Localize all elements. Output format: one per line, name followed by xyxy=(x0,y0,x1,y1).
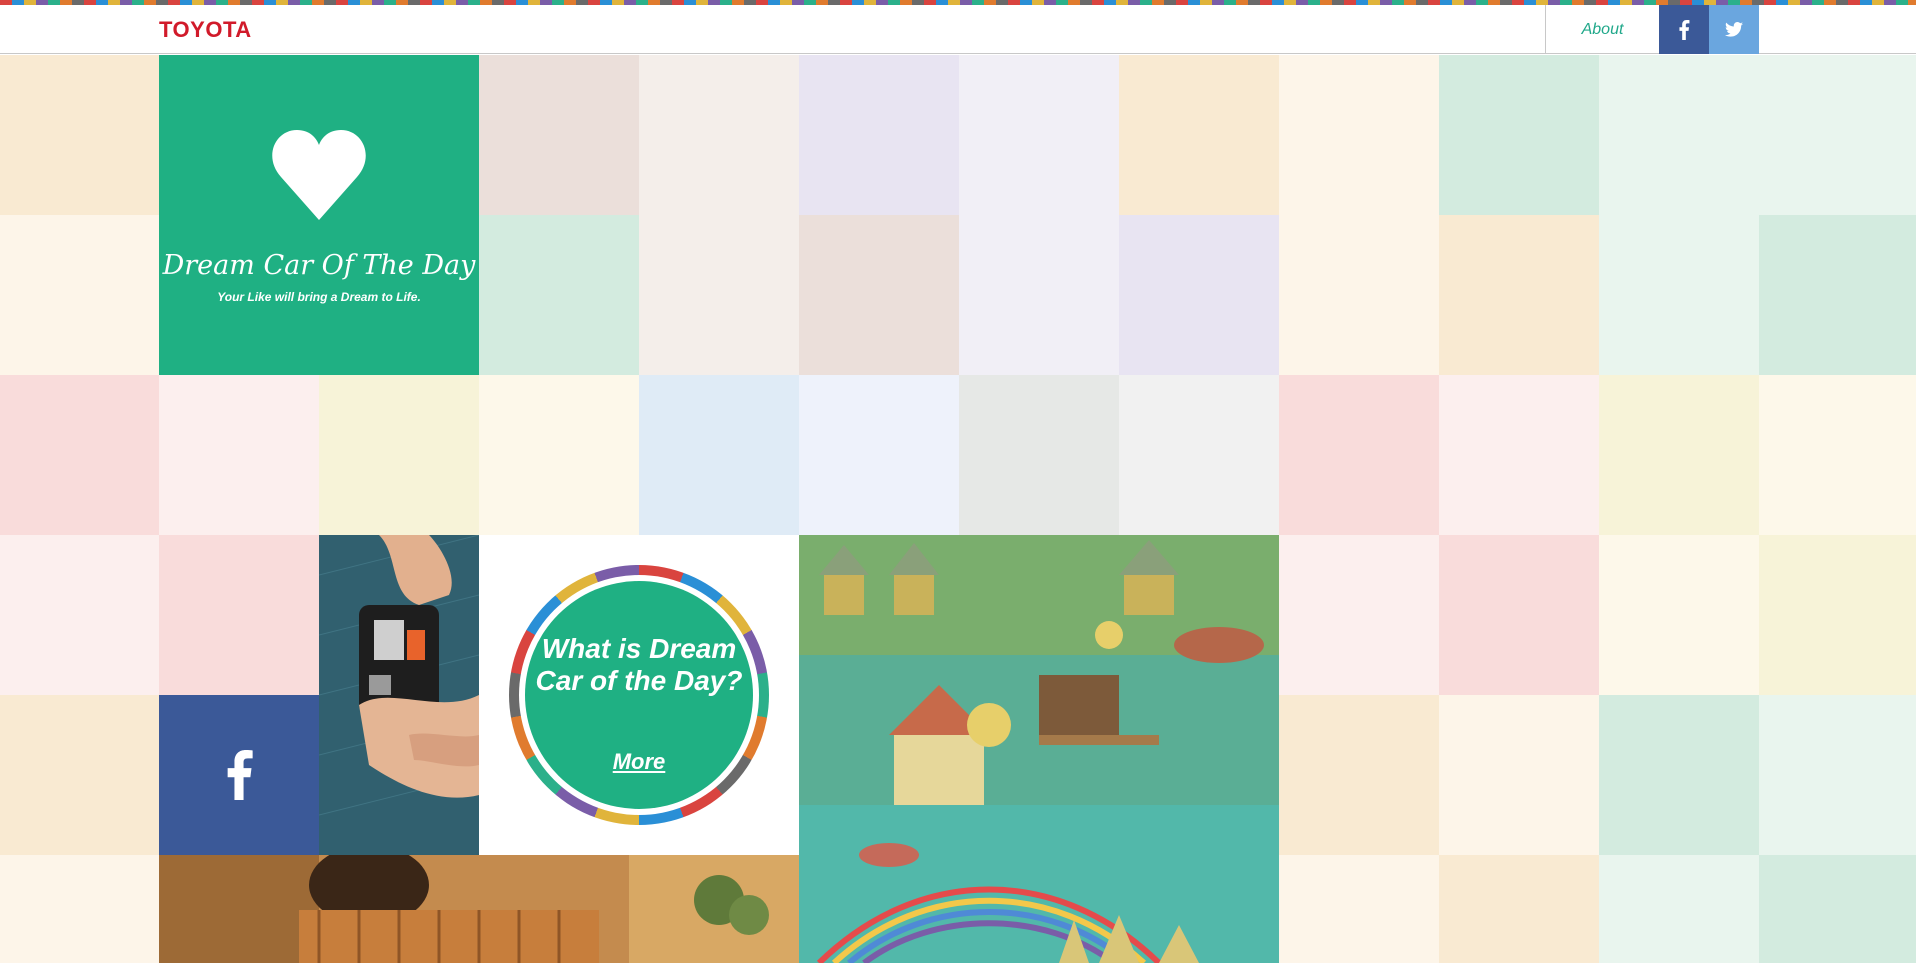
background-tile xyxy=(1759,215,1916,375)
drawing-illustration xyxy=(799,535,1279,963)
background-tile xyxy=(1599,55,1759,215)
what-is-question: What is Dream Car of the Day? xyxy=(535,633,743,696)
background-tile xyxy=(1759,695,1916,855)
background-tile xyxy=(1599,855,1759,963)
background-tile xyxy=(1759,855,1916,963)
about-link[interactable]: About xyxy=(1545,5,1659,54)
facebook-share-button[interactable] xyxy=(1659,5,1709,54)
photo-hands-assembling-toy-car[interactable] xyxy=(319,535,479,855)
what-is-dream-car-tile: What is Dream Car of the Day? More xyxy=(479,535,799,855)
background-tile xyxy=(1759,535,1916,695)
heart-icon xyxy=(272,130,366,220)
background-tile xyxy=(0,55,159,215)
hands-illustration xyxy=(319,535,479,855)
background-tile xyxy=(479,55,639,215)
background-tile xyxy=(1439,695,1599,855)
background-tile xyxy=(1279,855,1439,963)
background-tile xyxy=(0,855,159,963)
background-tile xyxy=(799,55,959,215)
background-tile xyxy=(959,55,1119,215)
background-tile xyxy=(1599,375,1759,535)
background-tile xyxy=(1439,55,1599,215)
background-tile xyxy=(1599,695,1759,855)
background-tile xyxy=(159,375,319,535)
hero-title: Dream Car Of The Day xyxy=(162,250,476,281)
background-tile xyxy=(319,375,479,535)
background-tile xyxy=(1279,215,1439,375)
background-tile xyxy=(1279,375,1439,535)
photo-child-drawing[interactable] xyxy=(159,855,799,963)
background-tile xyxy=(1759,55,1916,215)
background-tile xyxy=(1439,535,1599,695)
hero-subtitle: Your Like will bring a Dream to Life. xyxy=(217,290,421,304)
background-tile xyxy=(1759,375,1916,535)
background-tile xyxy=(1279,695,1439,855)
background-tile xyxy=(1279,55,1439,215)
background-tile xyxy=(0,695,159,855)
background-tile xyxy=(1119,55,1279,215)
site-header: TOYOTA About xyxy=(0,5,1916,54)
dream-car-hero-tile[interactable]: Dream Car Of The Day Your Like will brin… xyxy=(159,55,479,375)
background-tile xyxy=(0,375,159,535)
background-tile xyxy=(639,55,799,215)
background-tile xyxy=(0,215,159,375)
facebook-icon xyxy=(227,750,253,800)
background-tile xyxy=(479,375,639,535)
background-tile xyxy=(799,215,959,375)
background-tile xyxy=(1439,215,1599,375)
background-tile xyxy=(799,375,959,535)
background-tile xyxy=(1279,535,1439,695)
background-tile xyxy=(1119,215,1279,375)
background-tile xyxy=(959,215,1119,375)
child-drawing-image[interactable] xyxy=(799,535,1279,963)
background-tile xyxy=(0,535,159,695)
background-tile xyxy=(1599,215,1759,375)
background-tile xyxy=(1119,375,1279,535)
background-tile xyxy=(1439,855,1599,963)
toyota-logo[interactable]: TOYOTA xyxy=(159,17,252,43)
ring-inner: What is Dream Car of the Day? More xyxy=(519,575,759,815)
background-tile xyxy=(639,375,799,535)
background-tile xyxy=(639,215,799,375)
background-tile xyxy=(1599,535,1759,695)
girl-photo-illustration xyxy=(159,855,799,963)
twitter-icon xyxy=(1725,22,1743,37)
colorful-ring: What is Dream Car of the Day? More xyxy=(509,565,769,825)
facebook-tile-button[interactable] xyxy=(159,695,319,855)
background-tile xyxy=(959,375,1119,535)
background-tile xyxy=(479,215,639,375)
background-tile xyxy=(159,535,319,695)
facebook-icon xyxy=(1679,19,1690,40)
more-link[interactable]: More xyxy=(525,749,753,775)
twitter-share-button[interactable] xyxy=(1709,5,1759,54)
background-tile xyxy=(1439,375,1599,535)
what-is-circle: What is Dream Car of the Day? More xyxy=(525,581,753,809)
